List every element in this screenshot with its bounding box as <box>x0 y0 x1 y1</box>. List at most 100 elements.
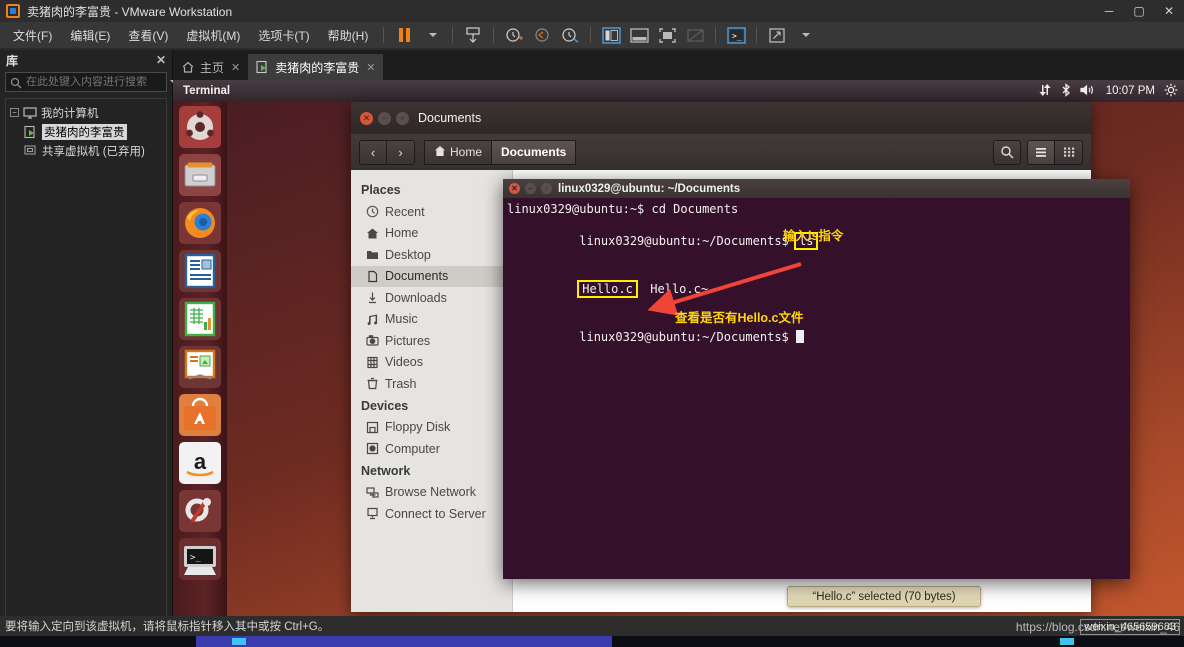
show-library-icon[interactable] <box>599 24 623 46</box>
bluetooth-icon[interactable] <box>1061 82 1071 100</box>
minimize-button[interactable]: ─ <box>1094 0 1124 22</box>
sidebar-item-music[interactable]: Music <box>351 309 512 331</box>
stretch-caret-icon[interactable] <box>793 24 817 46</box>
close-icon[interactable]: ✕ <box>360 111 373 125</box>
show-thumbnails-icon[interactable] <box>627 24 651 46</box>
status-badge: “Hello.c” selected (70 bytes) <box>787 586 981 607</box>
menu-help[interactable]: 帮助(H) <box>319 24 378 47</box>
menu-view[interactable]: 查看(V) <box>119 24 177 47</box>
minimize-icon[interactable]: − <box>378 111 391 125</box>
windows-taskbar[interactable] <box>0 636 1184 647</box>
sidebar-item-recent[interactable]: Recent <box>351 201 512 223</box>
tree-item-vm[interactable]: 卖猪肉的李富贵 <box>10 122 162 141</box>
back-button[interactable]: ‹ <box>359 139 387 165</box>
ubuntu-dash-icon[interactable] <box>176 104 224 150</box>
maximize-icon[interactable]: ▫ <box>396 111 409 125</box>
breadcrumb-label: Documents <box>501 145 567 159</box>
sidebar-item-desktop[interactable]: Desktop <box>351 244 512 266</box>
system-settings-icon[interactable] <box>176 488 224 534</box>
terminal-title: linux0329@ubuntu: ~/Documents <box>558 182 741 195</box>
tab-label: 卖猪肉的李富贵 <box>275 60 360 75</box>
search-input[interactable] <box>26 76 168 88</box>
sidebar-item-label: Downloads <box>385 290 447 305</box>
vm-running-icon <box>256 60 270 74</box>
tree-item-my-computer[interactable]: − 我的计算机 <box>10 103 162 122</box>
pause-icon[interactable] <box>392 24 416 46</box>
sidebar-item-floppy-disk[interactable]: Floppy Disk <box>351 417 512 439</box>
menu-file[interactable]: 文件(F) <box>4 24 61 47</box>
library-search[interactable] <box>5 72 178 92</box>
manage-snapshots-icon[interactable] <box>558 24 582 46</box>
sidebar-item-home[interactable]: Home <box>351 223 512 245</box>
tab-vm[interactable]: 卖猪肉的李富贵 ✕ <box>248 54 384 80</box>
forward-button[interactable]: › <box>387 139 415 165</box>
sidebar-item-videos[interactable]: Videos <box>351 352 512 374</box>
active-app-title: Terminal <box>183 85 231 97</box>
window-controls: ✕ − ▫ <box>360 111 409 125</box>
search-icon[interactable] <box>993 139 1021 165</box>
sidebar-item-label: Computer <box>385 441 440 456</box>
close-icon[interactable]: ✕ <box>231 61 240 74</box>
files-icon[interactable] <box>176 152 224 198</box>
tree-item-shared-vms[interactable]: 共享虚拟机 (已弃用) <box>10 141 162 160</box>
take-snapshot-icon[interactable] <box>502 24 526 46</box>
sidebar-item-label: Home <box>385 226 419 241</box>
sidebar-item-connect-to-server[interactable]: Connect to Server <box>351 503 512 525</box>
sidebar-item-downloads[interactable]: Downloads <box>351 287 512 309</box>
tree-item-label: 共享虚拟机 (已弃用) <box>42 145 145 158</box>
minimize-icon[interactable]: − <box>525 183 536 194</box>
grid-view-icon[interactable] <box>1055 139 1083 165</box>
clock[interactable]: 10:07 PM <box>1106 85 1155 97</box>
tab-label: 主页 <box>200 60 225 75</box>
sidebar-item-computer[interactable]: Computer <box>351 438 512 460</box>
taskbar-icon-2[interactable] <box>1060 638 1074 645</box>
menu-tabs[interactable]: 选项卡(T) <box>249 24 318 47</box>
toolbar-divider-2 <box>493 27 495 43</box>
floppy-icon <box>365 420 379 434</box>
places-sidebar: Places Recent Home Desktop Documents Dow… <box>351 170 513 612</box>
dropdown-caret-icon[interactable] <box>420 24 444 46</box>
maximize-icon[interactable]: ▫ <box>541 183 552 194</box>
unity-mode-icon[interactable] <box>683 24 707 46</box>
network-icon[interactable] <box>1038 83 1052 100</box>
taskbar-active-window[interactable] <box>196 636 612 647</box>
revert-snapshot-icon[interactable] <box>530 24 554 46</box>
toolbar-divider-3 <box>590 27 592 43</box>
menu-edit[interactable]: 编辑(E) <box>61 24 119 47</box>
vm-guest-screen: Terminal 10:07 PM a >_ ✕ − ▫ Documents ‹… <box>173 80 1184 616</box>
gear-icon[interactable] <box>1164 83 1178 100</box>
breadcrumb-documents[interactable]: Documents <box>492 139 577 165</box>
close-button[interactable]: ✕ <box>1154 0 1184 22</box>
file-manager-toolbar: ‹ › Home Documents <box>351 134 1091 170</box>
sidebar-item-pictures[interactable]: Pictures <box>351 330 512 352</box>
amazon-icon[interactable]: a <box>176 440 224 486</box>
fullscreen-icon[interactable] <box>655 24 679 46</box>
snapshot-manager-icon[interactable] <box>461 24 485 46</box>
sidebar-item-browse-network[interactable]: Browse Network <box>351 482 512 504</box>
maximize-button[interactable]: ▢ <box>1124 0 1154 22</box>
taskbar-icon-1[interactable] <box>232 638 246 645</box>
libreoffice-impress-icon[interactable] <box>176 344 224 390</box>
sidebar-item-trash[interactable]: Trash <box>351 373 512 395</box>
breadcrumb-home[interactable]: Home <box>424 139 493 165</box>
sidebar-item-label: Desktop <box>385 247 431 262</box>
console-view-icon[interactable]: >_ <box>724 24 748 46</box>
close-icon[interactable]: ✕ <box>366 61 375 74</box>
libreoffice-calc-icon[interactable] <box>176 296 224 342</box>
terminal-icon[interactable]: >_ <box>176 536 224 582</box>
firefox-icon[interactable] <box>176 200 224 246</box>
volume-icon[interactable] <box>1080 83 1097 100</box>
sidebar-item-documents[interactable]: Documents <box>351 265 512 287</box>
ubuntu-software-icon[interactable] <box>176 392 224 438</box>
list-view-icon[interactable] <box>1027 139 1055 165</box>
tab-home[interactable]: 主页 ✕ <box>173 54 248 80</box>
menu-divider <box>383 27 385 43</box>
stretch-icon[interactable] <box>765 24 789 46</box>
terminal-output[interactable]: linux0329@ubuntu:~$ cd Documents linux03… <box>503 198 1130 579</box>
close-icon[interactable]: ✕ <box>156 53 166 67</box>
libreoffice-writer-icon[interactable] <box>176 248 224 294</box>
expander-icon[interactable]: − <box>10 108 19 117</box>
close-icon[interactable]: ✕ <box>509 183 520 194</box>
menu-vm[interactable]: 虚拟机(M) <box>177 24 249 47</box>
unity-launcher: a >_ <box>173 102 227 616</box>
